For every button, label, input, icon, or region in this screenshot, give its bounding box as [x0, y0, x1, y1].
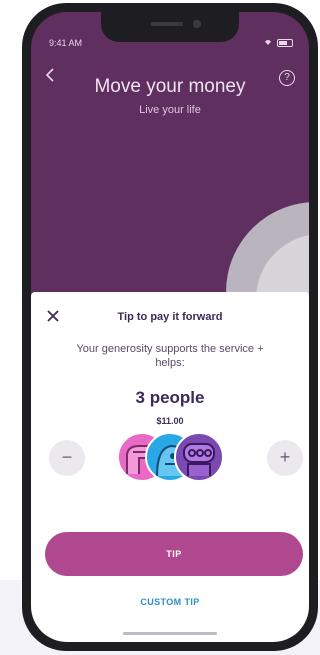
phone-frame: 9:41 AM ? Move your money Live your life…: [22, 3, 318, 651]
people-count: 3 people: [135, 388, 205, 407]
increase-button[interactable]: +: [267, 440, 303, 476]
decrease-button[interactable]: −: [49, 440, 85, 476]
camera: [193, 20, 201, 28]
status-time: 9:41 AM: [49, 38, 83, 48]
app-screen: 9:41 AM ? Move your money Live your life…: [31, 12, 309, 642]
avatar-purple: [174, 432, 224, 482]
tip-amount: $11.00: [156, 416, 184, 426]
home-indicator: [123, 632, 217, 635]
sheet-title: Tip to pay it forward: [117, 311, 223, 323]
page-subtitle: Live your life: [139, 104, 201, 116]
sheet-description: Your generosity supports the service + h…: [76, 343, 264, 369]
battery-icon: [277, 39, 293, 47]
tip-sheet: Tip to pay it forward Your generosity su…: [31, 292, 309, 642]
speaker: [151, 22, 183, 26]
tip-button[interactable]: TIP: [45, 532, 303, 576]
wifi-icon: [263, 38, 273, 48]
page-title: Move your money: [94, 76, 246, 97]
status-icons: [263, 38, 293, 48]
device-notch: [101, 12, 239, 42]
custom-tip-link[interactable]: CUSTOM TIP: [31, 597, 309, 607]
